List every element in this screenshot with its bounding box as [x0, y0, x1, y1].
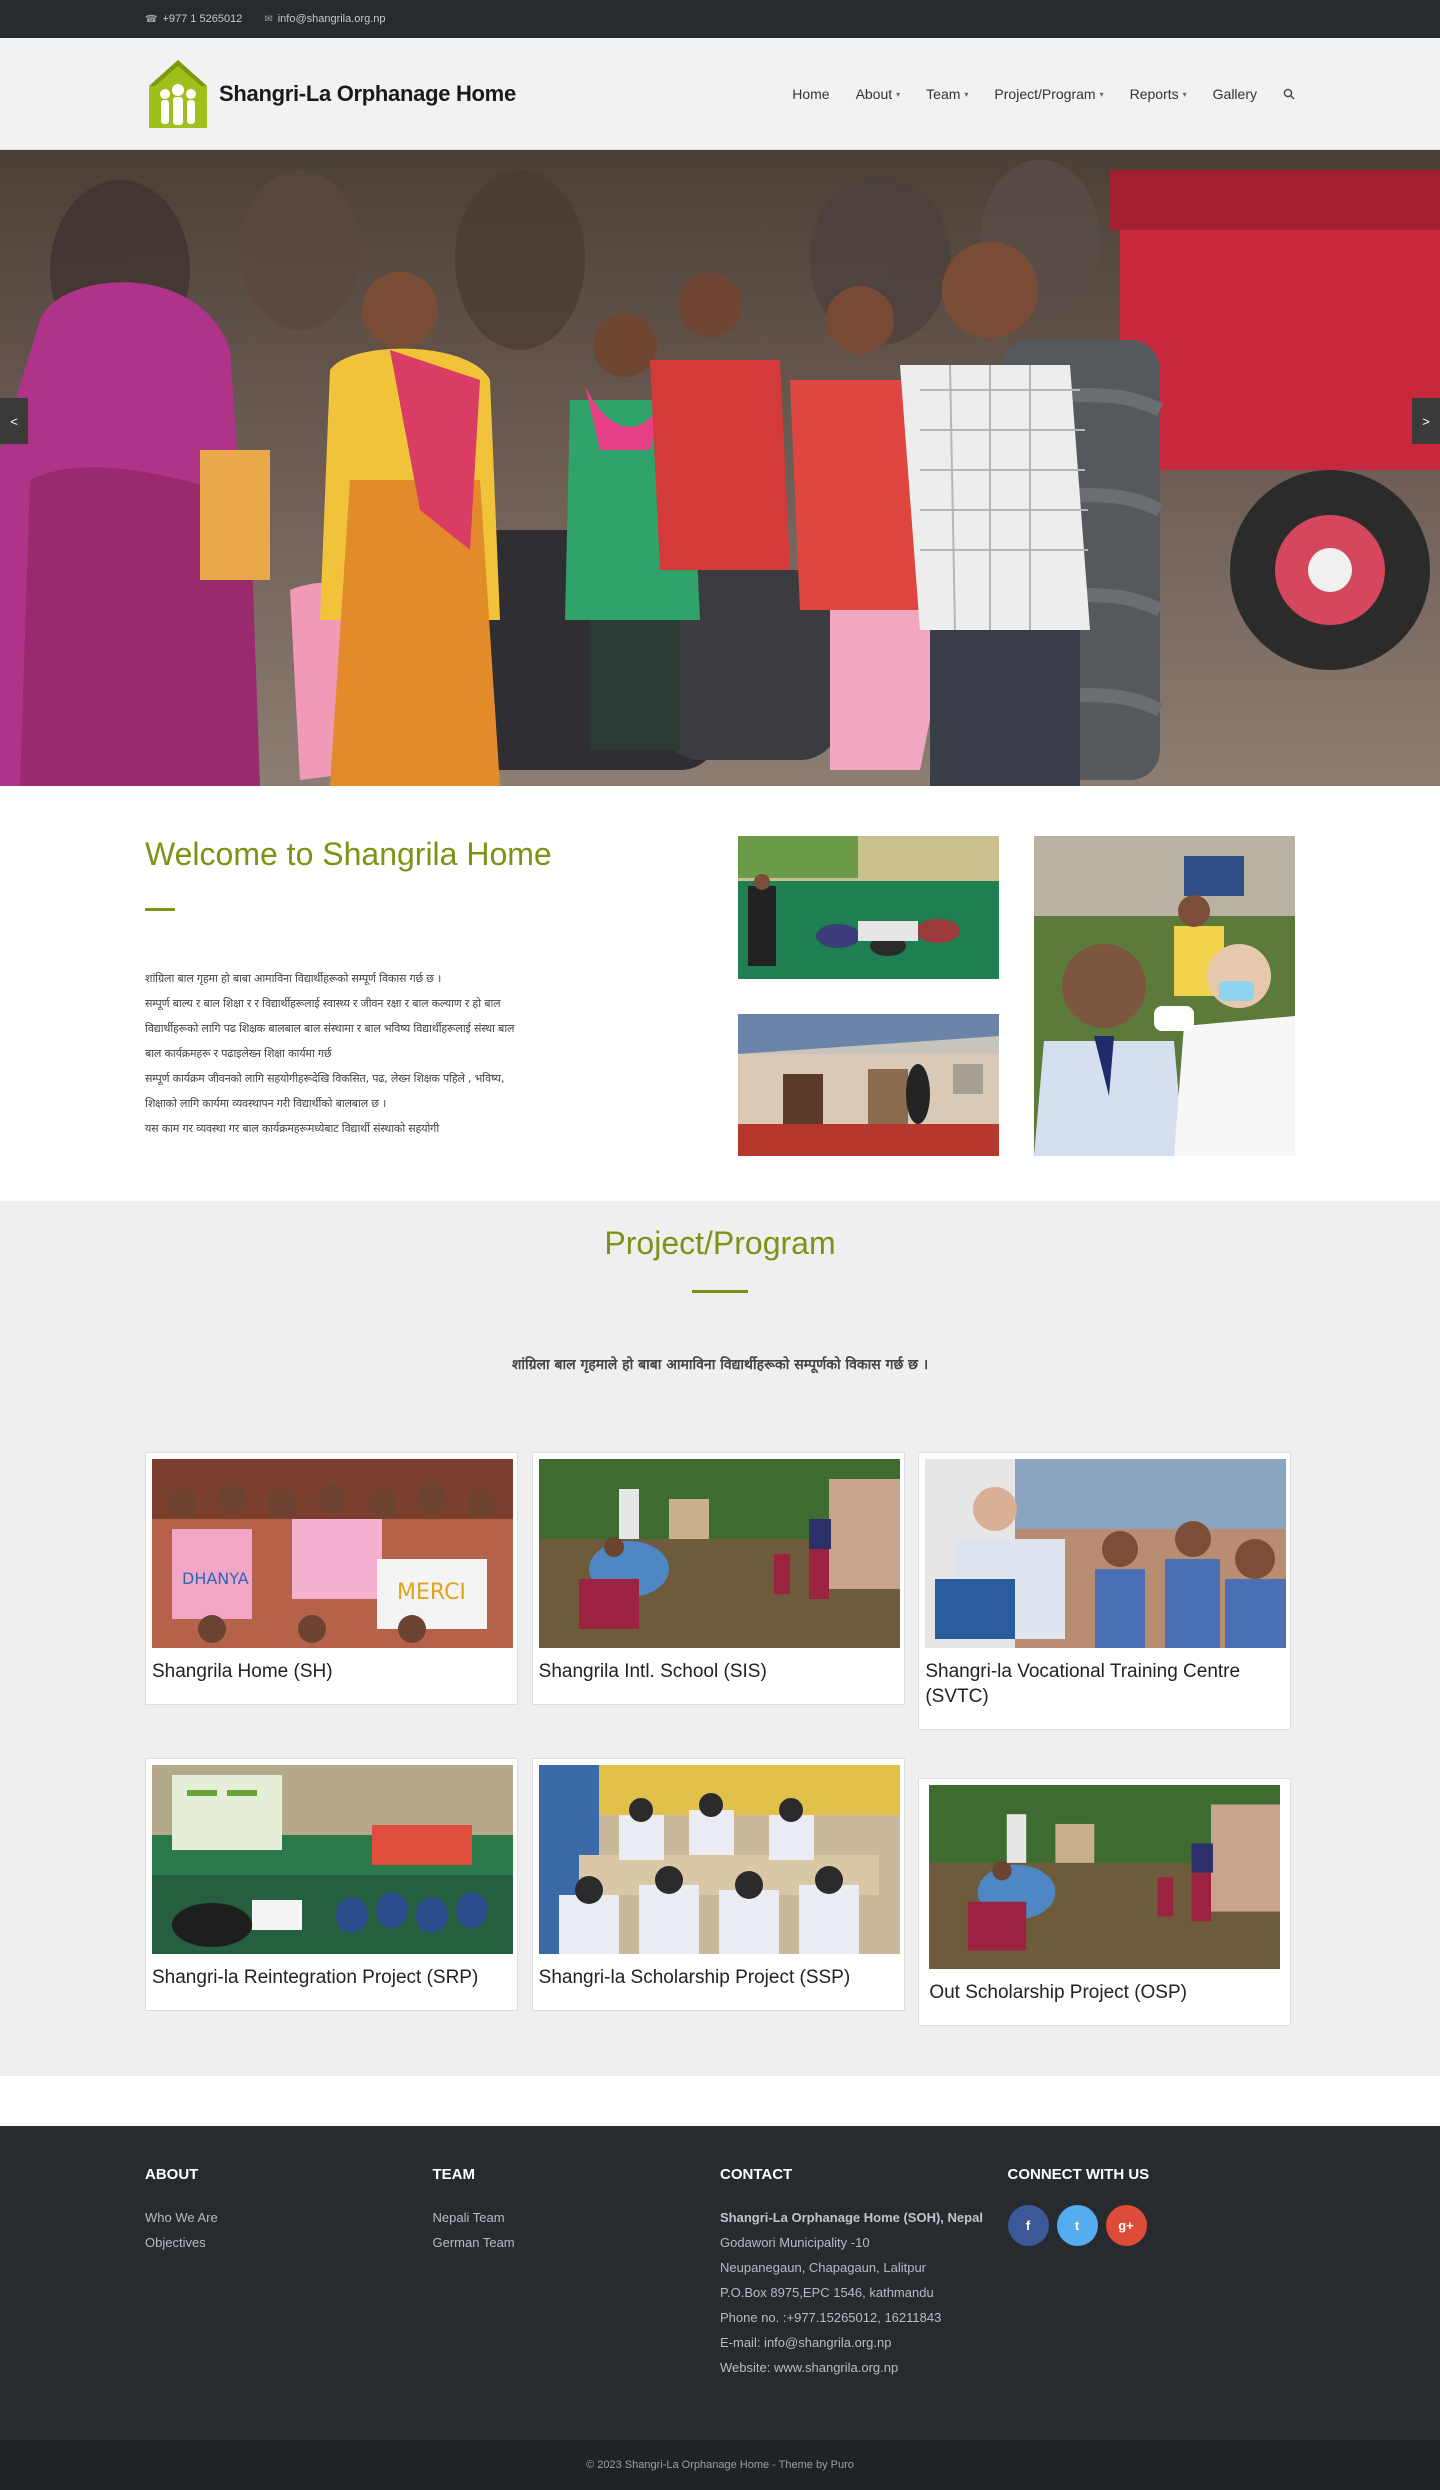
project-title[interactable]: Shangri-la Scholarship Project (SSP) — [539, 1965, 898, 1990]
project-title[interactable]: Shangri-la Reintegration Project (SRP) — [152, 1965, 511, 1990]
top-phone[interactable]: ☎ +977 1 5265012 — [145, 13, 242, 25]
projects-title: Project/Program — [604, 1225, 836, 1261]
hero-slider: < > — [0, 150, 1440, 786]
project-image[interactable] — [929, 1785, 1281, 1969]
photo-house[interactable] — [738, 1014, 999, 1156]
chevron-down-icon: ▾ — [1099, 89, 1104, 99]
welcome-text-line: विद्यार्थीहरूको लागि पढ शिक्षक बालबाल बा… — [145, 1022, 515, 1035]
copyright-bar: © 2023 Shangri-La Orphanage Home - Theme… — [0, 2440, 1440, 2490]
svg-text:MERCI: MERCI — [397, 1580, 466, 1605]
google-plus-icon[interactable]: g+ — [1105, 2205, 1147, 2246]
top-bar: ☎ +977 1 5265012 ✉ info@shangrila.org.np — [0, 0, 1440, 38]
footer-connect-heading: CONNECT WITH US — [1007, 2166, 1150, 2183]
projects-section: Project/Program शांग्रिला बाल गृहमाले हो… — [0, 1201, 1440, 2076]
nav-item-label: Project/Program — [994, 86, 1096, 102]
search-icon[interactable] — [1283, 88, 1295, 100]
contact-line: Neupanegaun, Chapagaun, Lalitpur — [720, 2260, 927, 2275]
project-card[interactable]: Shangrila Intl. School (SIS) — [531, 1452, 905, 1705]
title-divider — [145, 908, 175, 911]
nav-item-about[interactable]: About ▾ — [856, 86, 901, 102]
site-header: Shangri-La Orphanage Home Home About ▾ Team… — [0, 38, 1440, 150]
top-email[interactable]: ✉ info@shangrila.org.np — [264, 13, 385, 25]
nav-item-gallery[interactable]: Gallery — [1213, 86, 1257, 102]
welcome-text-line: यस काम गर व्यवस्था गर बाल कार्यक्रमहरूमध… — [145, 1122, 440, 1135]
nav-item-label: Gallery — [1212, 86, 1257, 102]
project-image[interactable] — [538, 1459, 900, 1648]
project-title[interactable]: Shangrila Home (SH) — [152, 1659, 511, 1684]
top-email-text: info@shangrila.org.np — [277, 13, 386, 25]
welcome-text-line: बाल कार्यक्रमहरू र पढाइलेख्न शिक्षा कार्… — [145, 1047, 332, 1060]
contact-phone: Phone no. :+977.15265012, 16211843 — [720, 2310, 942, 2325]
nav-item-label: About — [855, 86, 893, 102]
footer-link-objectives[interactable]: Objectives — [145, 2230, 433, 2255]
project-card[interactable]: Out Scholarship Project (OSP) — [918, 1778, 1292, 2026]
phone-icon: ☎ — [145, 13, 158, 25]
nav-item-reports[interactable]: Reports ▾ — [1130, 86, 1187, 102]
nav-item-home[interactable]: Home — [792, 86, 829, 102]
project-card[interactable]: DHANYA MERCI Shangrila Home (SH) — [145, 1452, 518, 1705]
social-links: f t g+ — [1007, 2205, 1296, 2246]
site-logo[interactable]: Shangri-La Orphanage Home — [145, 56, 516, 132]
welcome-section: Welcome to Shangrila Home शांग्रिला बाल … — [0, 786, 1440, 1201]
slider-next-button[interactable]: > — [1412, 398, 1440, 444]
envelope-icon: ✉ — [264, 13, 273, 25]
project-image[interactable] — [152, 1765, 513, 1954]
logo-text: Shangri-La Orphanage Home — [219, 81, 516, 106]
contact-line: Godawori Municipality -10 — [720, 2235, 870, 2250]
footer-connect: CONNECT WITH US f t g+ — [1007, 2166, 1296, 2380]
footer-contact: CONTACT Shangri-La Orphanage Home (SOH),… — [720, 2166, 1008, 2380]
footer-contact-heading: CONTACT — [720, 2166, 793, 2183]
welcome-text-line: सम्पूर्ण बाल्य र बाल शिक्षा र र विद्यार्… — [145, 997, 501, 1010]
nav-item-label: Home — [792, 86, 830, 102]
project-image[interactable] — [538, 1765, 900, 1954]
photo-health-check[interactable] — [1034, 836, 1295, 1156]
chevron-down-icon: ▾ — [1182, 89, 1187, 99]
nav-item-label: Reports — [1129, 86, 1179, 102]
project-image[interactable]: DHANYA MERCI — [152, 1459, 513, 1648]
project-card[interactable]: Shangri-la Scholarship Project (SSP) — [531, 1758, 905, 2011]
project-title[interactable]: Shangrila Intl. School (SIS) — [539, 1659, 898, 1684]
footer-about-heading: ABOUT — [145, 2166, 199, 2183]
projects-subtitle: शांग्रिला बाल गृहमाले हो बाबा आमाविना वि… — [511, 1357, 929, 1373]
project-title[interactable]: Out Scholarship Project (OSP) — [929, 1980, 1284, 2005]
footer-link-german-team[interactable]: German Team — [433, 2230, 721, 2255]
footer-team-heading: TEAM — [432, 2166, 476, 2183]
project-card[interactable]: Shangri-la Vocational Training Centre (S… — [918, 1452, 1292, 1730]
nav-item-team[interactable]: Team ▾ — [926, 86, 968, 102]
facebook-icon[interactable]: f — [1007, 2205, 1049, 2246]
chevron-down-icon: ▾ — [964, 89, 969, 99]
projects-divider — [692, 1290, 748, 1293]
main-nav: Home About ▾ Team ▾ Project/Program ▾ Reports ▾ G… — [792, 86, 1295, 102]
project-cards: DHANYA MERCI Shangrila Home (SH) Shangrila … — [145, 1452, 1295, 2026]
top-phone-text: +977 1 5265012 — [162, 13, 243, 25]
contact-line: P.O.Box 8975,EPC 1546, kathmandu — [720, 2285, 934, 2300]
welcome-text-line: शांग्रिला बाल गृहमा हो बाबा आमाविना विद्… — [145, 972, 442, 985]
project-card[interactable]: Shangri-la Reintegration Project (SRP) — [145, 1758, 518, 2011]
hero-image — [0, 150, 1440, 786]
project-image[interactable] — [925, 1459, 1287, 1648]
nav-item-project-program[interactable]: Project/Program ▾ — [994, 86, 1103, 102]
footer-team: TEAM Nepali Team German Team — [433, 2166, 721, 2380]
footer-about: ABOUT Who We Are Objectives — [145, 2166, 433, 2380]
photo-classroom-floor[interactable] — [738, 836, 999, 979]
slider-prev-button[interactable]: < — [0, 398, 28, 444]
footer-link-who-we-are[interactable]: Who We Are — [145, 2205, 433, 2230]
twitter-icon[interactable]: t — [1056, 2205, 1098, 2246]
site-footer: ABOUT Who We Are Objectives TEAM Nepali … — [0, 2126, 1440, 2440]
contact-website[interactable]: Website: www.shangrila.org.np — [720, 2355, 1008, 2380]
welcome-title: Welcome to Shangrila Home — [145, 836, 552, 872]
contact-org-name: Shangri-La Orphanage Home (SOH), Nepal — [720, 2210, 983, 2225]
nav-item-label: Team — [926, 86, 961, 102]
project-title[interactable]: Shangri-la Vocational Training Centre (S… — [925, 1659, 1284, 1709]
footer-link-nepali-team[interactable]: Nepali Team — [433, 2205, 721, 2230]
welcome-gallery — [738, 836, 1295, 1156]
welcome-text-line: शिक्षाको लागि कार्यमा व्यवस्थापन गरी विद… — [145, 1097, 387, 1110]
welcome-text-line: सम्पूर्ण कार्यक्रम जीवनको लागि सहयोगीहरू… — [145, 1072, 505, 1085]
logo-emblem-icon — [149, 60, 207, 128]
chevron-down-icon: ▾ — [896, 89, 901, 99]
welcome-text: शांग्रिला बाल गृहमा हो बाबा आमाविना विद्… — [145, 966, 688, 1141]
contact-email[interactable]: E-mail: info@shangrila.org.np — [720, 2330, 1008, 2355]
svg-text:DHANYA: DHANYA — [182, 1569, 249, 1588]
